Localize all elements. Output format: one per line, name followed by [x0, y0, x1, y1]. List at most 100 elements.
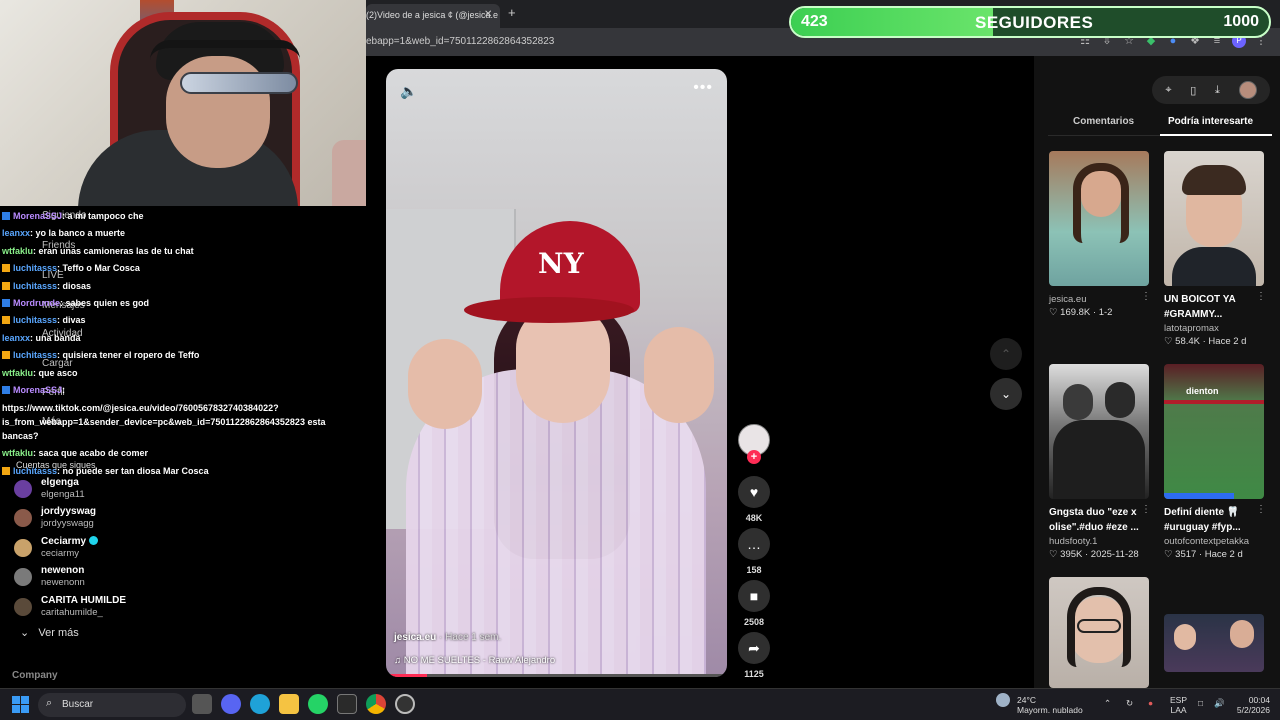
tab-title: (2)Video de a jesica ¢ (@jesica.e	[366, 10, 499, 20]
screen: (2)Video de a jesica ¢ (@jesica.e ✕ + eb…	[0, 0, 1280, 720]
following-account[interactable]: CARITA HUMILDE caritahumilde_	[14, 592, 314, 622]
card-stats: ♡ 169.8K · 1-2	[1049, 307, 1113, 318]
card-title-line2[interactable]: olise".#duo #eze ...	[1049, 520, 1149, 535]
recommended-card[interactable]: jesica.eu ♡ 169.8K · 1-2 ⋮	[1049, 151, 1151, 318]
card-author[interactable]: latotapromax	[1164, 323, 1264, 334]
tray-chevron-icon[interactable]: ⌃	[1104, 698, 1111, 708]
previous-video-button[interactable]: ⌃	[990, 338, 1022, 370]
card-more-icon[interactable]: ⋮	[1141, 291, 1151, 302]
browser-tab[interactable]: (2)Video de a jesica ¢ (@jesica.e ✕	[366, 4, 500, 28]
save-button[interactable]: ■ 2508	[736, 580, 772, 627]
chat-username[interactable]: leanxx	[2, 333, 30, 343]
compass-icon[interactable]: ⌖	[1165, 84, 1171, 97]
card-author[interactable]: hudsfooty.1	[1049, 536, 1149, 547]
chat-username[interactable]: luchitasss	[13, 263, 57, 273]
discord-icon[interactable]	[221, 694, 241, 714]
chat-username[interactable]: Mordrunde	[13, 298, 60, 308]
chat-message: luchitasss: divas	[2, 312, 362, 329]
chat-username[interactable]: wtfaklu	[2, 246, 33, 256]
account-name: CARITA HUMILDE	[41, 595, 126, 607]
epic-games-icon[interactable]	[337, 694, 357, 714]
task-view-icon[interactable]	[192, 694, 212, 714]
edge-icon[interactable]	[250, 694, 270, 714]
microphone-icon[interactable]: ●	[1148, 698, 1153, 708]
chat-username[interactable]: luchitasss	[13, 350, 57, 360]
whatsapp-icon[interactable]	[308, 694, 328, 714]
volume-icon[interactable]: 🔈	[400, 83, 417, 100]
file-explorer-icon[interactable]	[279, 694, 299, 714]
video-author[interactable]: jesica.eu · Hace 1 sem.	[394, 632, 501, 643]
following-account[interactable]: newenon newenonn	[14, 563, 314, 593]
chat-text: : quisiera tener el ropero de Teffo	[57, 350, 200, 361]
card-more-icon[interactable]: ⋮	[1256, 291, 1266, 302]
weather-icon[interactable]	[996, 693, 1010, 707]
tab-comments[interactable]: Comentarios	[1073, 116, 1134, 127]
sync-icon[interactable]: ↻	[1126, 698, 1133, 708]
share-arrow-icon: ➦	[738, 632, 770, 664]
tab-recommended[interactable]: Podría interesarte	[1168, 116, 1253, 127]
chat-username[interactable]: luchitasss	[13, 281, 57, 291]
more-options-icon[interactable]: •••	[693, 79, 713, 97]
obs-icon[interactable]	[395, 694, 415, 714]
video-progress-bar[interactable]	[386, 674, 727, 677]
download-icon[interactable]: ⤓	[1215, 84, 1220, 97]
thumb-ad-board	[1164, 400, 1264, 404]
chat-text: https://www.tiktok.com/@jesica.eu/video/…	[2, 403, 326, 442]
thumb-shirt	[1172, 247, 1256, 286]
network-icon[interactable]: □	[1198, 698, 1203, 708]
user-avatar[interactable]	[1238, 81, 1257, 99]
chat-username[interactable]: MorenaSSJ	[13, 385, 62, 395]
recommended-card[interactable]: Gngsta duo "eze x olise".#duo #eze ... h…	[1049, 364, 1151, 560]
account-name-text: CARITA HUMILDE	[41, 594, 126, 606]
card-author[interactable]: outofcontextpetakka	[1164, 536, 1264, 547]
chat-username[interactable]: luchitasss	[13, 315, 57, 325]
chat-message: Mordrunde: sabes quien es god	[2, 295, 362, 312]
url-text[interactable]: ebapp=1&web_id=7501122862864352823	[366, 36, 554, 47]
chat-username[interactable]: wtfaklu	[2, 368, 33, 378]
card-title[interactable]: UN BOICOT YA	[1164, 292, 1264, 307]
see-more-button[interactable]: ⌄ Ver más	[20, 626, 79, 639]
comment-button[interactable]: … 158	[736, 528, 772, 575]
thumb-caption: dienton	[1186, 386, 1219, 396]
following-account[interactable]: jordyyswag jordyyswagg	[14, 504, 314, 534]
card-more-icon[interactable]: ⋮	[1141, 504, 1151, 515]
new-tab-button[interactable]: +	[508, 5, 516, 20]
company-link[interactable]: Company	[12, 670, 58, 681]
chat-username[interactable]: leanxx	[2, 228, 30, 238]
language-indicator[interactable]: ESP LAA	[1170, 695, 1187, 715]
following-account[interactable]: elgenga elgenga11	[14, 474, 314, 504]
top-tools: ⌖ ▯ ⤓	[1152, 76, 1270, 104]
chat-username[interactable]: MorenaSSJ	[13, 211, 62, 221]
following-account[interactable]: Ceciarmy ceciarmy	[14, 533, 314, 563]
volume-icon[interactable]: 🔊	[1214, 698, 1225, 708]
weather-widget[interactable]: 24°C Mayorm. nublado	[1017, 695, 1083, 715]
chrome-icon[interactable]	[366, 694, 386, 714]
card-title-line2[interactable]: #GRAMMY...	[1164, 307, 1264, 322]
clock[interactable]: 00:04 5/2/2026	[1232, 695, 1270, 715]
card-title[interactable]: Definí diente 🦷	[1164, 505, 1264, 520]
card-more-icon[interactable]: ⋮	[1256, 504, 1266, 515]
keyboard-layout: LAA	[1170, 705, 1187, 715]
tab-close-icon[interactable]: ✕	[484, 9, 492, 20]
windows-start-icon[interactable]	[12, 696, 29, 713]
phone-icon[interactable]: ▯	[1190, 84, 1196, 97]
card-title-line2[interactable]: #uruguay #fyp...	[1164, 520, 1264, 535]
chat-badge-icon	[2, 212, 10, 220]
share-button[interactable]: ➦ 1125	[736, 632, 772, 679]
next-video-button[interactable]: ⌄	[990, 378, 1022, 410]
recommended-card[interactable]: UN BOICOT YA #GRAMMY... latotapromax ♡ 5…	[1164, 151, 1266, 347]
follow-plus-icon[interactable]: +	[747, 450, 761, 464]
video-player[interactable]: NY 🔈 ••• jesica.eu · Hace 1 sem. ♫ NO ME…	[386, 69, 727, 677]
card-title[interactable]: Gngsta duo "eze x	[1049, 505, 1149, 520]
avatar	[14, 568, 32, 587]
recommended-card[interactable]	[1049, 577, 1149, 688]
taskbar-search[interactable]: ⌕ Buscar	[38, 693, 186, 717]
chat-username[interactable]: wtfaklu	[2, 448, 33, 458]
webcam-feed	[0, 0, 366, 206]
like-button[interactable]: ♥ 48K	[736, 476, 772, 523]
recommended-card[interactable]	[1164, 614, 1264, 672]
recommended-card[interactable]: dienton Definí diente 🦷 #uruguay #fyp...…	[1164, 364, 1266, 560]
chat-text: : una banda	[30, 332, 81, 343]
music-title[interactable]: ♫ NO ME SUELTES - Rauw Alejandro	[394, 655, 555, 666]
card-author[interactable]: jesica.eu	[1049, 294, 1149, 305]
